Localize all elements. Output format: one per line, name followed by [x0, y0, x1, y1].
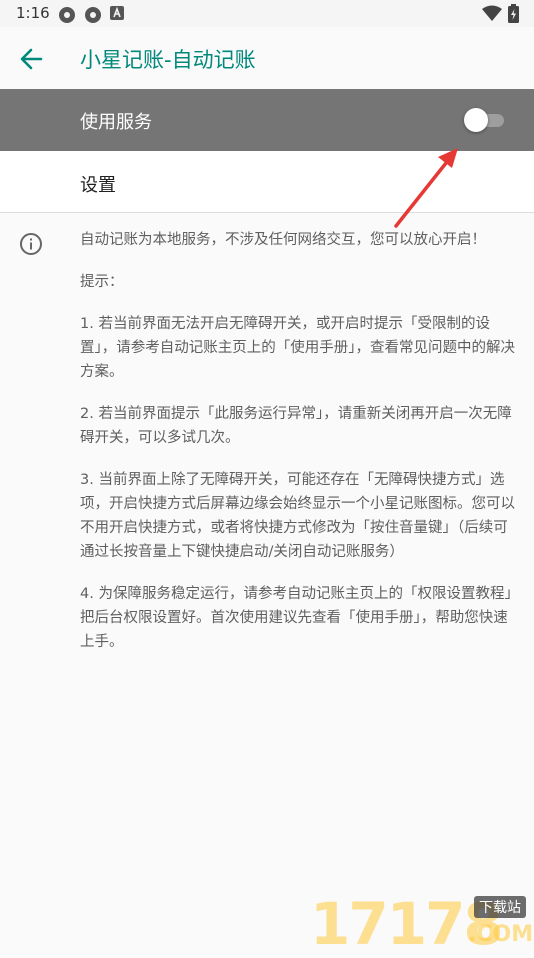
site-watermark: 17178 下载站 .COM [310, 888, 534, 958]
annotation-arrow-icon [394, 148, 458, 228]
font-badge-icon [110, 6, 124, 20]
status-bar: 1:16 [0, 0, 534, 27]
info-paragraph: 提示： [80, 274, 124, 290]
watermark-badge: 下载站 [474, 896, 526, 918]
info-paragraph: 1. 若当前界面无法开启无障碍开关，或开启时提示「受限制的设置」，请参考自动记账… [80, 316, 515, 380]
sync-icon [85, 7, 101, 23]
info-paragraph: 3. 当前界面上除了无障碍开关，可能还存在「无障碍快捷方式」选项，开启快捷方式后… [80, 472, 515, 560]
info-icon [20, 233, 42, 255]
battery-icon [508, 4, 519, 23]
settings-label: 设置 [80, 175, 116, 196]
page-title: 小星记账-自动记账 [80, 48, 256, 72]
info-text-block: 自动记账为本地服务，不涉及任何网络交互，您可以放心开启！ 提示： 1. 若当前界… [80, 228, 520, 672]
wifi-icon [482, 5, 502, 21]
use-service-label: 使用服务 [80, 112, 152, 133]
sync-icon [59, 7, 75, 23]
back-arrow-icon[interactable] [14, 41, 50, 77]
status-time: 1:16 [16, 4, 50, 22]
info-paragraph: 4. 为保障服务稳定运行，请参考自动记账主页上的「权限设置教程」把后台权限设置好… [80, 586, 519, 650]
app-bar: 小星记账-自动记账 [0, 27, 534, 89]
watermark-suffix: .COM [468, 922, 534, 947]
toggle-thumb [464, 108, 488, 132]
use-service-toggle[interactable] [464, 108, 506, 132]
info-paragraph: 2. 若当前界面提示「此服务运行异常」，请重新关闭再开启一次无障碍开关，可以多试… [80, 406, 512, 446]
